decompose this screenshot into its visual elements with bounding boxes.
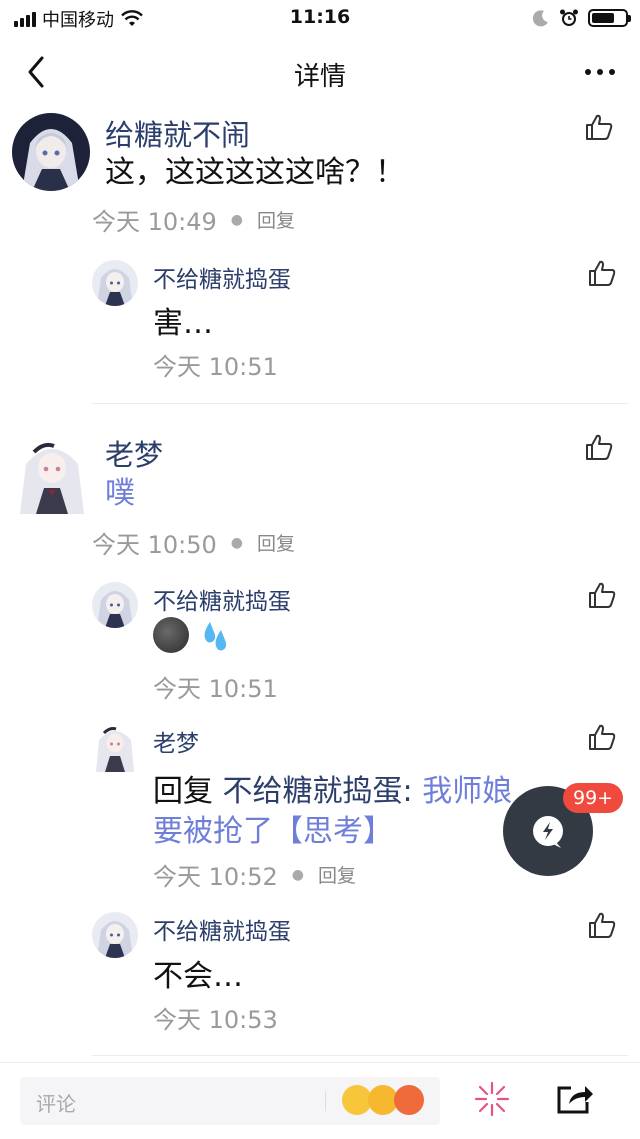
comment-placeholder: 评论 (36, 1092, 76, 1116)
reply-text-emoji (153, 616, 231, 653)
thumbs-up-icon[interactable] (587, 258, 617, 288)
comment-time: 今天 10:50 (92, 531, 217, 559)
sparkle-icon[interactable] (473, 1080, 511, 1118)
reply-username[interactable]: 不给糖就捣蛋 (153, 582, 291, 616)
thumbs-up-icon[interactable] (584, 112, 614, 142)
reply-text-line2: 要被抢了【思考】 (153, 814, 393, 849)
share-icon[interactable] (555, 1080, 595, 1116)
avatar[interactable] (14, 434, 90, 514)
reply-button[interactable]: 回复 (257, 206, 295, 233)
reply-button[interactable]: 回复 (318, 861, 356, 888)
reply-avatar[interactable] (92, 722, 138, 772)
notification-badge: 99+ (563, 783, 624, 813)
avatar[interactable] (12, 113, 90, 191)
reply-username[interactable]: 不给糖就捣蛋 (153, 912, 291, 946)
comment-meta: 今天 10:50 ● 回复 (92, 525, 295, 560)
reply-text: 回复 不给糖就捣蛋: 我师娘 (153, 766, 512, 810)
reply-text-line1: 我师娘 (422, 774, 513, 809)
comment-text: 这，这这这这这啥？！ (105, 155, 405, 190)
reply-meta: 今天 10:53 (153, 1000, 278, 1035)
reply-username[interactable]: 老梦 (153, 724, 199, 758)
thumbs-up-icon[interactable] (587, 580, 617, 610)
reply-avatar[interactable] (92, 912, 138, 958)
sweat-drops-icon (204, 621, 226, 650)
comment-input[interactable]: 评论 (20, 1077, 440, 1125)
reply-meta: 今天 10:51 (153, 347, 278, 382)
reply-prefix: 回复 (153, 774, 223, 809)
comment-time: 今天 10:49 (92, 208, 217, 236)
reply-time: 今天 10:52 (153, 863, 278, 891)
moon-icon (532, 10, 548, 27)
reply-meta: 今天 10:51 (153, 669, 278, 704)
divider (92, 403, 628, 404)
comment-text: 噗 (105, 476, 135, 511)
angry-emoji-icon[interactable] (394, 1085, 424, 1115)
thumbs-up-icon[interactable] (587, 910, 617, 940)
reply-text: 害… (153, 306, 213, 341)
page-title: 详情 (293, 62, 346, 92)
reply-username[interactable]: 不给糖就捣蛋 (153, 260, 291, 294)
status-bar: 中国移动 11:16 (0, 0, 640, 36)
reply-time: 今天 10:51 (153, 353, 278, 381)
thumbs-up-icon[interactable] (584, 432, 614, 462)
reply-text: 不会… (153, 959, 243, 994)
reply-avatar[interactable] (92, 260, 138, 306)
reply-button[interactable]: 回复 (257, 529, 295, 556)
divider (92, 1055, 628, 1056)
reply-time: 今天 10:51 (153, 675, 278, 703)
bottom-bar: 评论 (0, 1062, 640, 1139)
battery-icon (588, 9, 631, 27)
reply-meta: 今天 10:52 ● 回复 (153, 857, 356, 892)
mention-username[interactable]: 不给糖就捣蛋: (223, 774, 413, 809)
thumbs-up-icon[interactable] (587, 722, 617, 752)
reply-time: 今天 10:53 (153, 1006, 278, 1034)
comment-meta: 今天 10:49 ● 回复 (92, 202, 295, 237)
alarm-clock-icon (560, 9, 578, 26)
more-options-icon[interactable] (580, 58, 620, 86)
reply-avatar[interactable] (92, 582, 138, 628)
new-moon-face-icon (153, 616, 189, 653)
nav-bar: 详情 (0, 36, 640, 108)
